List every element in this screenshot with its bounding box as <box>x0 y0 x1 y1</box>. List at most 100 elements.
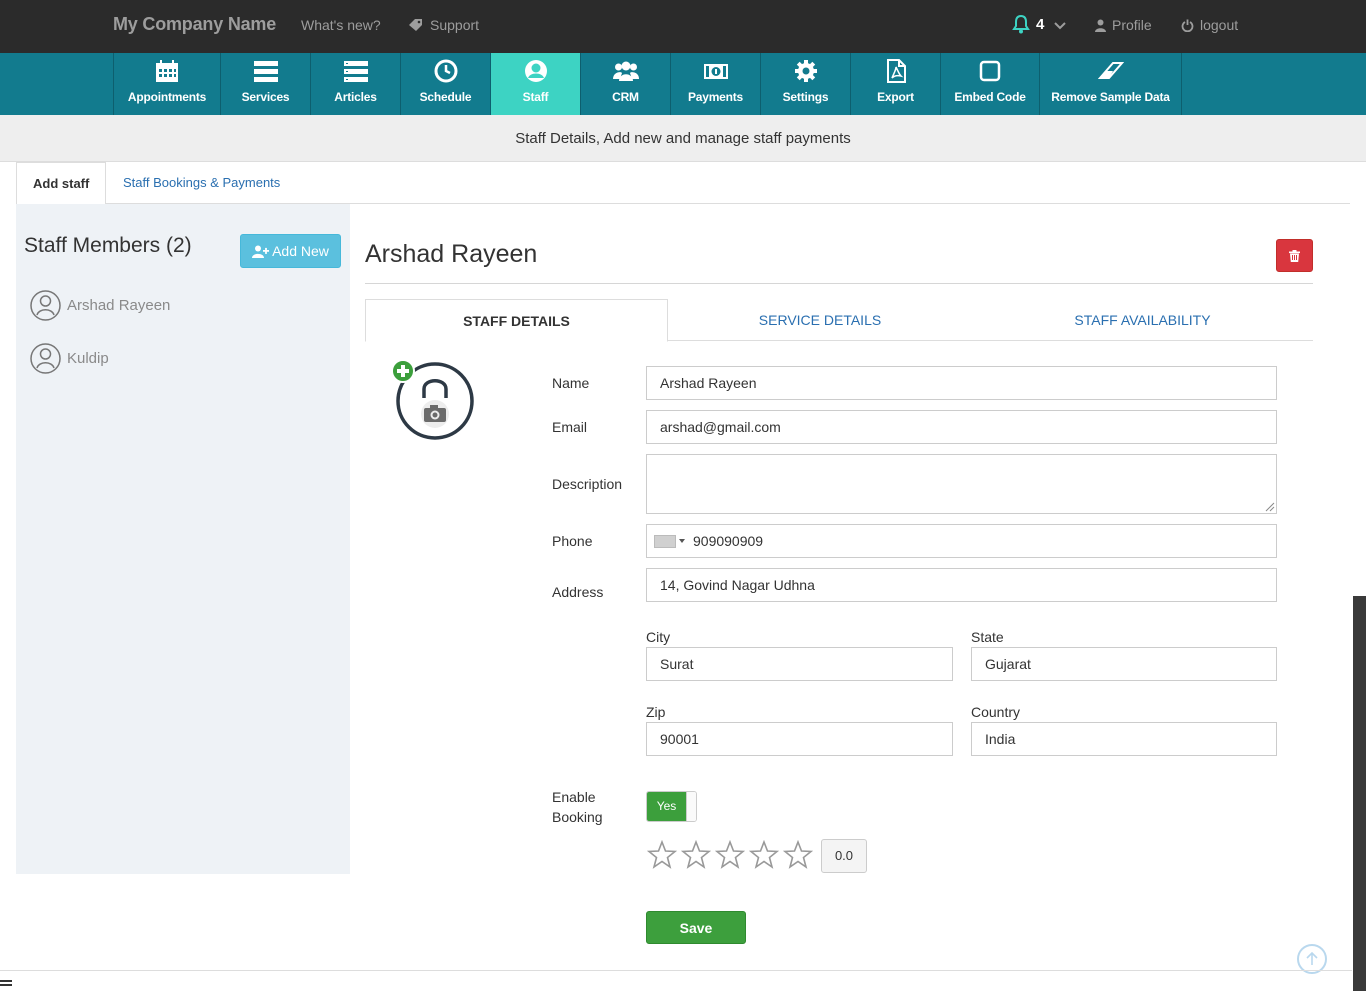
heading-divider <box>365 283 1313 284</box>
delete-staff-button[interactable] <box>1276 239 1313 272</box>
nav-crm[interactable]: CRM <box>580 53 670 115</box>
nav-export[interactable]: Export <box>850 53 940 115</box>
nav-label: Remove Sample Data <box>1051 90 1170 104</box>
user-icon <box>1095 19 1106 32</box>
logout-link[interactable]: logout <box>1181 17 1238 33</box>
enable-booking-toggle[interactable]: Yes <box>646 791 697 822</box>
star-icon[interactable] <box>783 840 813 870</box>
enable-booking-label: Enable <box>552 789 596 805</box>
page-tabs: Add staff Staff Bookings & Payments <box>16 162 1350 205</box>
tag-icon <box>409 19 422 31</box>
notification-count: 4 <box>1036 15 1045 33</box>
star-icon[interactable] <box>647 840 677 870</box>
bell-icon <box>1012 14 1030 34</box>
profile-label: Profile <box>1112 17 1152 33</box>
whats-new-link[interactable]: What's new? <box>301 17 381 33</box>
nav-appointments[interactable]: Appointments <box>113 53 220 115</box>
rating-stars[interactable] <box>647 840 813 870</box>
list-icon <box>343 61 368 82</box>
main-nav: Appointments Services Articles Schedule … <box>0 53 1366 115</box>
email-field[interactable]: arshad@gmail.com <box>646 410 1277 444</box>
country-field[interactable]: India <box>971 722 1277 756</box>
description-label: Description <box>552 476 623 492</box>
staff-detail-tabs: STAFF DETAILS SERVICE DETAILS STAFF AVAI… <box>365 299 1313 342</box>
server-icon <box>253 61 278 82</box>
country-label: Country <box>971 704 1021 720</box>
eraser-icon <box>1097 62 1124 79</box>
nav-label: Articles <box>334 90 377 104</box>
nav-staff[interactable]: Staff <box>490 53 580 115</box>
staff-member-item[interactable]: Arshad Rayeen <box>30 290 170 321</box>
staff-sidebar: Staff Members (2) Add New Arshad Rayeen … <box>16 204 350 874</box>
staff-name-heading: Arshad Rayeen <box>365 240 538 268</box>
rating-value: 0.0 <box>821 839 867 873</box>
chevron-down-icon <box>1054 21 1067 29</box>
star-icon[interactable] <box>715 840 745 870</box>
nav-label: Appointments <box>127 90 207 104</box>
zip-label: Zip <box>646 704 666 720</box>
nav-services[interactable]: Services <box>220 53 310 115</box>
zip-field[interactable]: 90001 <box>646 722 953 756</box>
staff-member-name: Kuldip <box>67 350 109 367</box>
arrow-up-icon <box>1306 952 1318 965</box>
star-icon[interactable] <box>681 840 711 870</box>
nav-divider <box>1181 53 1182 115</box>
nav-settings[interactable]: Settings <box>760 53 850 115</box>
notifications-button[interactable]: 4 <box>1012 14 1067 34</box>
trash-icon <box>1289 249 1300 262</box>
city-field[interactable]: Surat <box>646 647 953 681</box>
clock-icon <box>434 59 457 83</box>
nav-label: Staff <box>522 90 549 104</box>
name-field[interactable]: Arshad Rayeen <box>646 366 1277 400</box>
country-flag-selector[interactable] <box>654 535 676 548</box>
city-label: City <box>646 629 671 645</box>
nav-label: Schedule <box>419 90 472 104</box>
photo-upload[interactable] <box>390 358 480 444</box>
nav-articles[interactable]: Articles <box>310 53 400 115</box>
star-icon[interactable] <box>749 840 779 870</box>
address-field[interactable]: 14, Govind Nagar Udhna <box>646 568 1277 602</box>
nav-schedule[interactable]: Schedule <box>400 53 490 115</box>
power-icon <box>1181 19 1194 32</box>
tab-staff-bookings[interactable]: Staff Bookings & Payments <box>107 162 296 204</box>
nav-label: Settings <box>782 90 829 104</box>
staff-member-item[interactable]: Kuldip <box>30 343 109 374</box>
add-new-label: Add New <box>272 243 329 259</box>
tab-staff-details[interactable]: STAFF DETAILS <box>365 299 668 342</box>
support-label: Support <box>430 17 480 33</box>
tab-service-details[interactable]: SERVICE DETAILS <box>668 299 972 341</box>
add-user-icon <box>252 245 270 258</box>
support-link[interactable]: Support <box>408 17 479 33</box>
resize-handle-icon[interactable] <box>1265 502 1275 512</box>
save-button[interactable]: Save <box>646 911 746 944</box>
whats-new-label: What's new? <box>301 17 381 33</box>
profile-link[interactable]: Profile <box>1095 17 1152 33</box>
tab-staff-availability[interactable]: STAFF AVAILABILITY <box>972 299 1313 341</box>
add-new-button[interactable]: Add New <box>240 234 341 268</box>
users-icon <box>612 61 639 81</box>
nav-label: Services <box>241 90 290 104</box>
caret-down-icon <box>679 539 685 543</box>
footer-divider <box>0 970 1352 971</box>
nav-remove-sample-data[interactable]: Remove Sample Data <box>1039 53 1181 115</box>
phone-field[interactable]: 909090909 <box>646 524 1277 558</box>
nav-label: Export <box>877 90 914 104</box>
enable-booking-label-line2: Booking <box>552 809 603 825</box>
state-label: State <box>971 629 1004 645</box>
nav-embed-code[interactable]: Embed Code <box>940 53 1039 115</box>
page-scrollbar[interactable] <box>1353 596 1366 991</box>
state-field[interactable]: Gujarat <box>971 647 1277 681</box>
nav-label: CRM <box>612 90 639 104</box>
avatar-icon <box>30 290 61 321</box>
nav-label: Embed Code <box>954 90 1026 104</box>
nav-payments[interactable]: Payments <box>670 53 760 115</box>
staff-member-name: Arshad Rayeen <box>67 297 171 314</box>
phone-label: Phone <box>552 533 593 549</box>
gear-icon <box>794 60 817 82</box>
user-circle-icon <box>524 60 547 82</box>
menu-icon <box>0 980 12 986</box>
pdf-icon <box>886 59 906 83</box>
brand-name[interactable]: My Company Name <box>113 14 276 35</box>
tab-add-staff[interactable]: Add staff <box>16 162 107 205</box>
description-field[interactable] <box>646 454 1277 514</box>
